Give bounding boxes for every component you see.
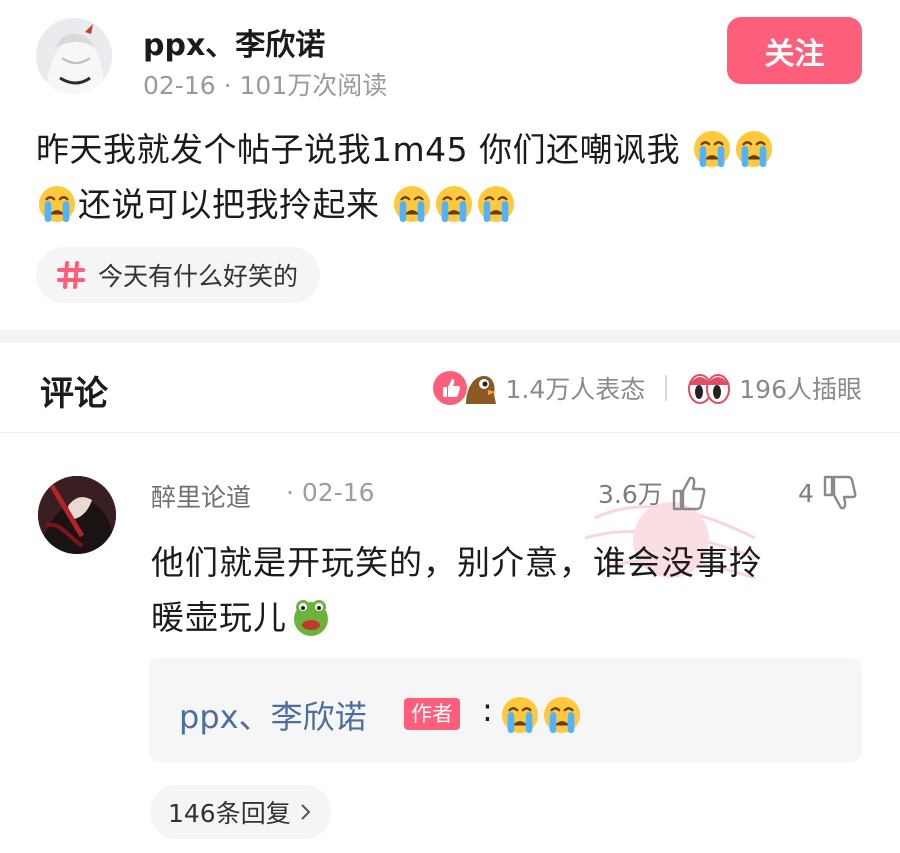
- commenter-avatar[interactable]: [38, 476, 116, 554]
- comment-text-line2: 暖壶玩儿: [151, 598, 287, 637]
- reactions-count: 1.4万人表态: [505, 375, 646, 404]
- post-header: ppx、李欣诺 02-16 · 101万次阅读 关注: [0, 0, 900, 105]
- comments-title: 评论: [40, 374, 108, 414]
- reply-author[interactable]: ppx、李欣诺: [179, 692, 367, 738]
- post-content: 昨天我就发个帖子说我1m45 你们还嘲讽我 还说可以把我拎起来: [36, 122, 871, 232]
- crying-emoji: [735, 130, 773, 168]
- post-text-line1: 昨天我就发个帖子说我1m45 你们还嘲讽我: [36, 130, 681, 169]
- reactions-separator: [665, 375, 668, 401]
- reply-content: [499, 696, 583, 734]
- post-text-line2: 还说可以把我拎起来: [78, 185, 380, 224]
- dislike-count: 4: [798, 478, 814, 508]
- author-badge: 作者: [404, 698, 460, 730]
- topic-label: 今天有什么好笑的: [98, 262, 299, 291]
- commenter-name[interactable]: 醉里论道: [151, 478, 251, 514]
- crying-emoji: [501, 696, 539, 734]
- crying-emoji: [543, 696, 581, 734]
- dislike-button[interactable]: 4: [798, 474, 858, 512]
- eyes-icon: [688, 374, 731, 404]
- follow-button[interactable]: 关注: [727, 17, 862, 84]
- section-divider: [0, 330, 900, 343]
- comments-divider: [0, 432, 900, 433]
- comment-text-line1: 他们就是开玩笑的，别介意，谁会没事拎: [151, 543, 763, 582]
- post-views: 101万次阅读: [239, 71, 388, 100]
- bird-reaction-icon: [465, 376, 496, 404]
- chevron-right-icon: [301, 804, 311, 820]
- meta-separator: ·: [223, 71, 240, 100]
- more-replies-button[interactable]: 146条回复: [150, 785, 331, 839]
- thumb-up-icon: [672, 476, 706, 511]
- frog-emoji: [294, 600, 328, 636]
- crying-emoji: [477, 185, 515, 223]
- crying-emoji: [693, 130, 731, 168]
- date-separator: ·: [286, 478, 302, 507]
- author-avatar[interactable]: [36, 18, 112, 94]
- comment-content: 他们就是开玩笑的，别介意，谁会没事拎 暖壶玩儿: [151, 535, 851, 645]
- comment-date-text: 02-16: [301, 478, 375, 507]
- post-detail-page: ppx、李欣诺 02-16 · 101万次阅读 关注 昨天我就发个帖子说我1m4…: [0, 0, 900, 853]
- more-replies-label: 146条回复: [168, 799, 291, 828]
- eye-count: 196人插眼: [739, 375, 862, 404]
- like-count: 3.6万: [598, 480, 663, 509]
- author-name[interactable]: ppx、李欣诺: [143, 20, 325, 64]
- reply-preview[interactable]: ppx、李欣诺 作者 :: [149, 658, 862, 762]
- topic-tag[interactable]: 今天有什么好笑的: [36, 247, 321, 303]
- hash-icon: [57, 261, 85, 289]
- like-button[interactable]: 3.6万: [598, 474, 707, 512]
- post-meta: 02-16 · 101万次阅读: [143, 66, 387, 102]
- reply-colon: :: [482, 691, 493, 729]
- thumb-down-icon: [823, 475, 857, 510]
- post-date: 02-16: [143, 71, 216, 100]
- reactions-summary[interactable]: 1.4万人表态 196人插眼: [432, 366, 862, 410]
- comment-date: · 02-16: [286, 478, 375, 507]
- crying-emoji: [393, 185, 431, 223]
- crying-emoji: [435, 185, 473, 223]
- crying-emoji: [38, 185, 76, 223]
